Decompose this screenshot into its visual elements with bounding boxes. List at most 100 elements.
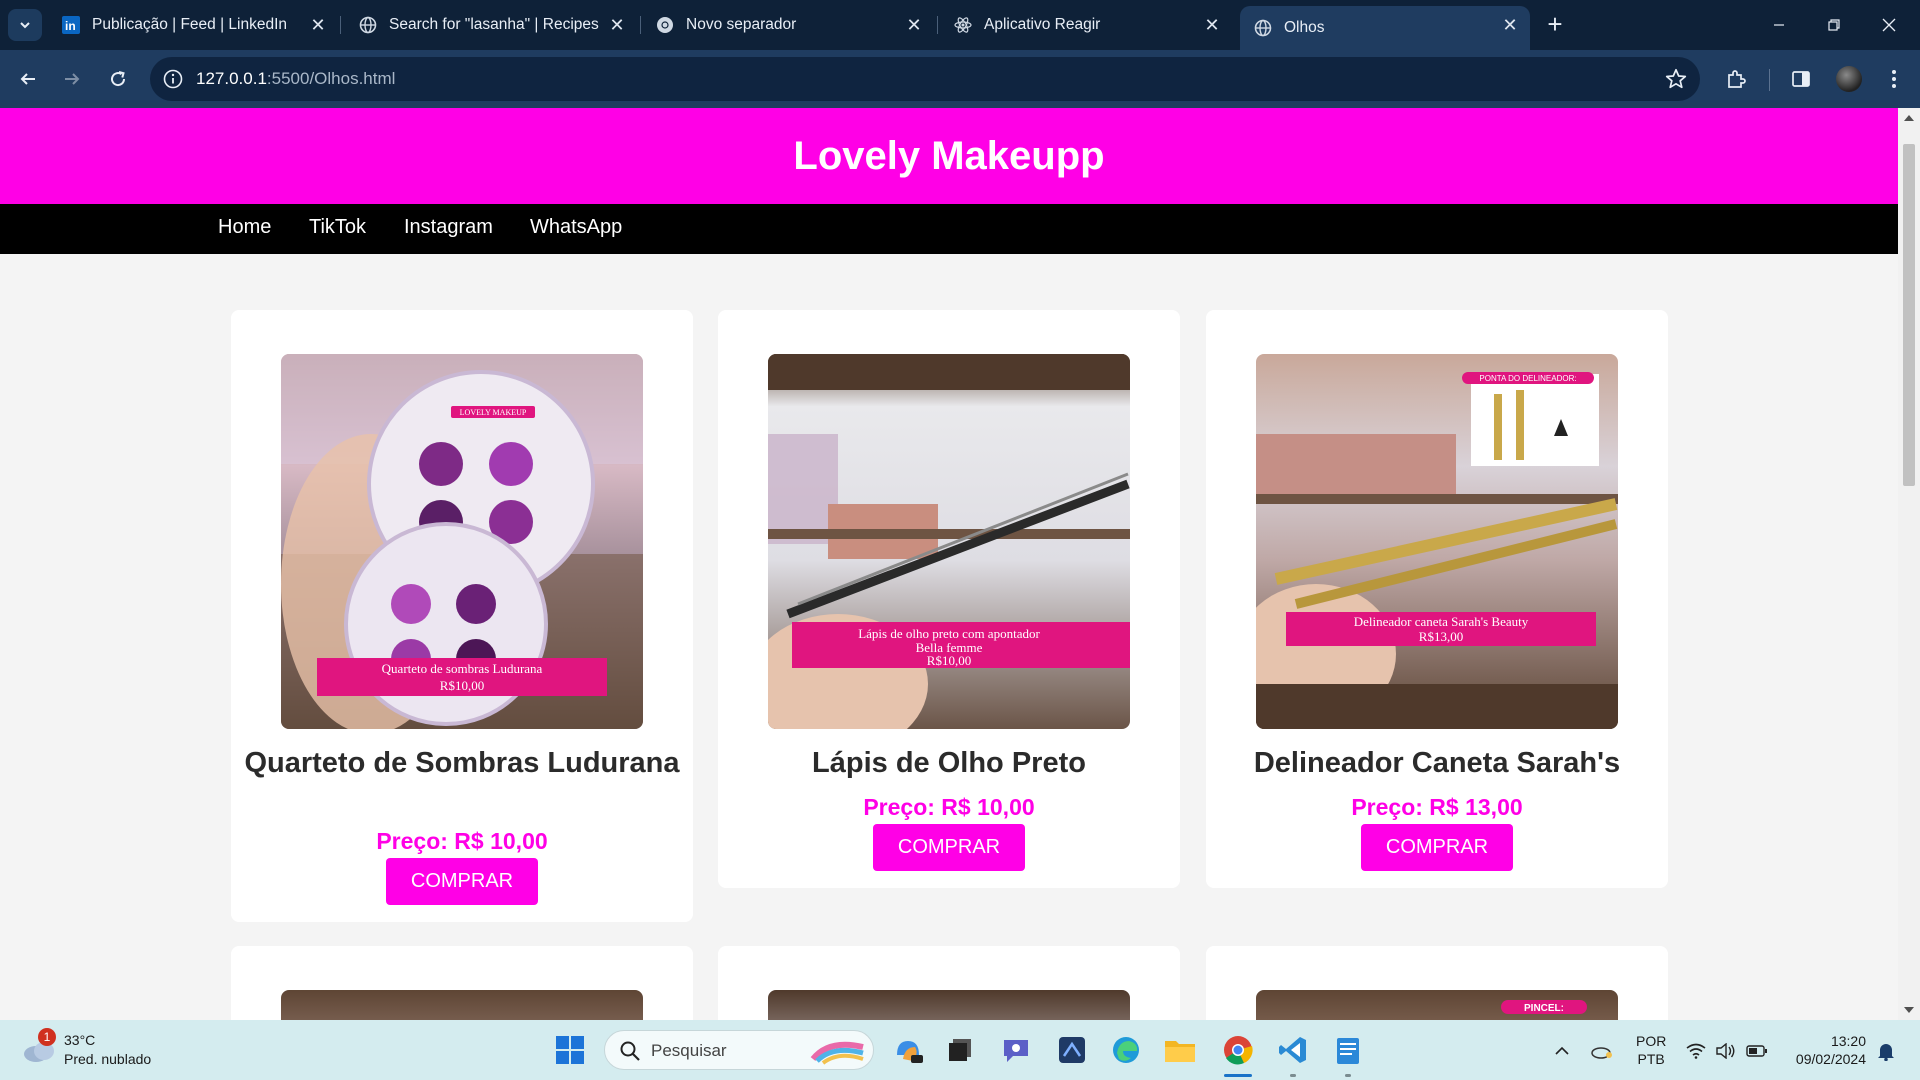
notepad-app[interactable]	[1330, 1032, 1366, 1068]
scroll-up-arrow-icon[interactable]	[1904, 114, 1914, 122]
bell-icon	[1878, 1044, 1894, 1061]
chevron-down-icon	[20, 22, 30, 29]
start-button[interactable]	[552, 1032, 588, 1068]
restore-icon	[1828, 19, 1840, 31]
battery-tray[interactable]	[1745, 1040, 1769, 1062]
nav-link-instagram[interactable]: Instagram	[404, 216, 493, 239]
scrollbar-thumb[interactable]	[1903, 144, 1915, 486]
close-icon[interactable]: ✕	[1202, 15, 1222, 35]
back-button[interactable]	[12, 63, 44, 95]
star-icon[interactable]	[1664, 67, 1688, 91]
tab-search-button[interactable]	[8, 9, 42, 41]
edge-app[interactable]	[1108, 1032, 1144, 1068]
side-panel-icon	[1792, 71, 1810, 87]
address-bar[interactable]: 127.0.0.1:5500/Olhos.html	[150, 57, 1700, 101]
chrome-icon	[1224, 1036, 1253, 1065]
vscode-app[interactable]	[1275, 1032, 1311, 1068]
taskbar-search[interactable]: Pesquisar	[604, 1030, 874, 1070]
active-app-indicator	[1224, 1074, 1252, 1077]
task-view-icon	[949, 1039, 971, 1061]
clock-date: 09/02/2024	[1795, 1051, 1866, 1067]
app-bluecode[interactable]	[1054, 1032, 1090, 1068]
cloud-sync-icon	[1591, 1047, 1612, 1059]
wifi-icon	[1686, 1043, 1706, 1059]
tab-separator	[640, 16, 641, 34]
product-photo	[768, 990, 1130, 1020]
react-icon	[954, 16, 972, 34]
more-vertical-icon	[1892, 70, 1896, 88]
chrome-app[interactable]	[1220, 1032, 1256, 1068]
product-card	[231, 946, 693, 1020]
edge-icon	[1113, 1037, 1139, 1063]
page-scrollbar[interactable]	[1898, 108, 1920, 1020]
extensions-button[interactable]	[1722, 65, 1750, 93]
menu-button[interactable]	[1880, 65, 1908, 93]
url-text: 127.0.0.1:5500/Olhos.html	[196, 69, 395, 89]
language-indicator[interactable]: POR PTB	[1636, 1032, 1666, 1068]
minimize-icon	[1774, 24, 1784, 26]
arrow-right-icon	[65, 73, 80, 85]
minimize-button[interactable]	[1756, 10, 1802, 40]
buy-button[interactable]: COMPRAR	[1361, 824, 1513, 871]
task-view-app[interactable]	[942, 1032, 978, 1068]
volume-tray[interactable]	[1714, 1040, 1738, 1062]
open-app-indicator	[1345, 1074, 1351, 1077]
tab-title: Publicação | Feed | LinkedIn	[92, 16, 288, 33]
new-tab-button[interactable]: +	[1540, 11, 1570, 38]
open-app-indicator	[1290, 1074, 1296, 1077]
teams-chat-app[interactable]	[998, 1032, 1034, 1068]
tab-olhos-active[interactable]: Olhos ✕	[1240, 6, 1530, 50]
profile-avatar[interactable]	[1836, 66, 1862, 92]
toolbar-divider	[1769, 69, 1770, 91]
browser-toolbar: 127.0.0.1:5500/Olhos.html	[0, 50, 1920, 108]
close-icon[interactable]: ✕	[607, 15, 627, 35]
reload-button[interactable]	[102, 63, 134, 95]
reload-icon	[111, 71, 126, 87]
system-clock[interactable]: 13:20 09/02/2024	[1786, 1032, 1866, 1068]
close-icon[interactable]: ✕	[308, 15, 328, 35]
photo-price: R$10,00	[927, 653, 971, 668]
nav-link-tiktok[interactable]: TikTok	[309, 216, 366, 239]
tab-title: Search for "lasanha" | Recipes	[389, 16, 599, 33]
buy-button[interactable]: COMPRAR	[873, 824, 1025, 871]
search-highlight-icon	[810, 1041, 864, 1065]
tab-separator	[340, 16, 341, 34]
nav-link-home[interactable]: Home	[218, 216, 271, 239]
speaker-icon	[1716, 1043, 1735, 1059]
tab-title: Novo separador	[686, 16, 797, 33]
close-icon[interactable]: ✕	[904, 15, 924, 35]
folder-icon	[1165, 1041, 1195, 1062]
tab-new[interactable]: Novo separador ✕	[642, 6, 934, 44]
buy-button[interactable]: COMPRAR	[386, 858, 538, 905]
product-card: PINCEL:	[1206, 946, 1668, 1020]
close-icon[interactable]: ✕	[1500, 15, 1520, 35]
info-icon[interactable]	[162, 68, 184, 90]
notifications-tray[interactable]	[1874, 1040, 1898, 1062]
notification-badge: 1	[38, 1028, 56, 1046]
wifi-tray[interactable]	[1684, 1040, 1708, 1062]
browser-tab-bar: in Publicação | Feed | LinkedIn ✕ Search…	[0, 0, 1920, 50]
product-card	[718, 946, 1180, 1020]
copilot-app[interactable]	[890, 1032, 926, 1068]
chrome-icon	[656, 16, 674, 34]
product-photo: LOVELY MAKEUP Quarteto de sombras Ludura…	[281, 354, 643, 729]
file-explorer-app[interactable]	[1162, 1032, 1198, 1068]
forward-button[interactable]	[56, 63, 88, 95]
close-window-button[interactable]	[1866, 10, 1912, 40]
svg-text:in: in	[65, 19, 76, 33]
restore-button[interactable]	[1811, 10, 1857, 40]
photo-price: R$13,00	[1419, 629, 1463, 644]
tab-recipes[interactable]: Search for "lasanha" | Recipes ✕	[345, 6, 637, 44]
scroll-down-arrow-icon[interactable]	[1904, 1006, 1914, 1014]
tab-title: Olhos	[1284, 19, 1325, 36]
side-panel-button[interactable]	[1787, 65, 1815, 93]
onedrive-tray[interactable]	[1590, 1040, 1614, 1062]
product-card: LOVELY MAKEUP Quarteto de sombras Ludura…	[231, 310, 693, 922]
photo-caption: Lápis de olho preto com apontador	[858, 626, 1040, 641]
chat-icon	[1004, 1040, 1028, 1062]
nav-link-whatsapp[interactable]: WhatsApp	[530, 216, 622, 239]
tab-linkedin[interactable]: in Publicação | Feed | LinkedIn ✕	[48, 6, 338, 44]
taskbar: 1 33°C Pred. nublado Pesquisar POR PTB 1…	[0, 1020, 1920, 1080]
tab-react-app[interactable]: Aplicativo Reagir ✕	[940, 6, 1232, 44]
show-hidden-icons[interactable]	[1550, 1040, 1574, 1062]
